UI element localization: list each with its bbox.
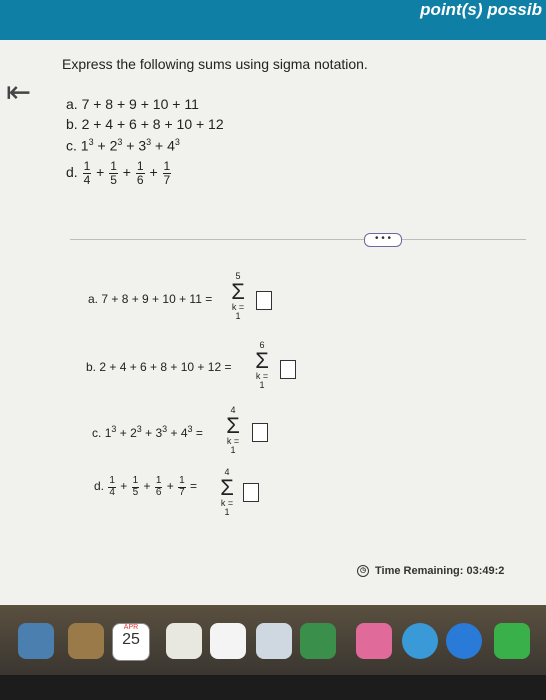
- answer-a-sigma: 5 Σ k = 1: [229, 272, 247, 321]
- answer-b-input[interactable]: [280, 360, 296, 379]
- dock: APR 25: [0, 605, 546, 675]
- more-options-button[interactable]: • • •: [364, 233, 402, 247]
- question-b: b. 2 + 4 + 6 + 8 + 10 + 12: [66, 116, 224, 132]
- reminders-app-icon[interactable]: [166, 623, 202, 659]
- question-c-label: c.: [66, 137, 77, 154]
- photos-app-icon[interactable]: [356, 623, 392, 659]
- answer-a-lhs: a. 7 + 8 + 9 + 10 + 11 =: [88, 292, 213, 306]
- term: 1: [80, 137, 89, 154]
- maps-app-icon[interactable]: [256, 623, 292, 659]
- question-a: a. 7 + 8 + 9 + 10 + 11: [66, 96, 199, 112]
- notes-app-icon[interactable]: [68, 623, 104, 659]
- answer-c-input[interactable]: [252, 423, 268, 442]
- facetime-app-icon[interactable]: [494, 623, 530, 659]
- lower-limit: k = 1: [226, 436, 240, 455]
- answer-b-sigma: 6 Σ k = 1: [253, 341, 271, 390]
- answer-b-lhs: b. 2 + 4 + 6 + 8 + 10 + 12 =: [86, 360, 232, 374]
- numbers-app-icon[interactable]: [300, 623, 336, 659]
- exponent: 3: [174, 137, 180, 147]
- answer-c-sigma: 4 Σ k = 1: [224, 406, 242, 455]
- lower-limit: k = 1: [255, 371, 269, 390]
- points-text: point(s) possib: [420, 0, 542, 19]
- answer-a-input[interactable]: [256, 291, 272, 310]
- answer-d-sigma: 4 Σ k = 1: [218, 468, 236, 517]
- safari-app-icon[interactable]: [446, 623, 482, 659]
- lower-limit: k = 1: [231, 302, 245, 321]
- answer-d-input[interactable]: [243, 483, 259, 502]
- question-d-label: d.: [66, 163, 78, 180]
- sigma-icon: Σ: [226, 413, 240, 438]
- answer-c-lhs: c. 13 + 23 + 33 + 43 =: [92, 424, 203, 440]
- timer-label: Time Remaining:: [375, 565, 464, 577]
- term: 4: [167, 137, 175, 154]
- sigma-icon: Σ: [231, 279, 245, 304]
- desk-edge: [0, 675, 546, 700]
- fraction: 15: [109, 159, 118, 187]
- lower-limit: k = 1: [220, 498, 234, 517]
- fraction: 17: [162, 159, 172, 187]
- sigma-icon: Σ: [220, 475, 234, 500]
- calendar-app-icon[interactable]: APR 25: [112, 623, 150, 661]
- answer-d-lhs: d. 14 + 15 + 16 + 17 =: [94, 475, 198, 498]
- notes-list-app-icon[interactable]: [210, 623, 246, 659]
- clock-icon: ◷: [357, 565, 369, 578]
- question-page: ⇤ Express the following sums using sigma…: [0, 40, 546, 605]
- sigma-icon: Σ: [255, 348, 269, 373]
- fraction: 16: [135, 159, 145, 187]
- question-d: d. 14 + 15 + 16 + 17: [66, 159, 172, 187]
- fraction: 14: [82, 159, 92, 187]
- question-prompt: Express the following sums using sigma n…: [62, 56, 368, 72]
- messages-app-icon[interactable]: [402, 623, 438, 659]
- time-remaining: ◷ Time Remaining: 03:49:2: [357, 565, 505, 578]
- question-c: c. 13 + 23 + 33 + 43: [66, 137, 180, 154]
- top-bar: point(s) possib: [0, 0, 546, 40]
- timer-value: 03:49:2: [466, 565, 505, 577]
- term: 3: [138, 137, 147, 154]
- back-arrow-icon[interactable]: ⇤: [6, 78, 31, 108]
- section-divider: [70, 239, 526, 240]
- exponent: 3: [117, 137, 123, 147]
- exponent: 3: [88, 137, 94, 147]
- exponent: 3: [146, 137, 152, 147]
- preview-app-icon[interactable]: [18, 623, 54, 659]
